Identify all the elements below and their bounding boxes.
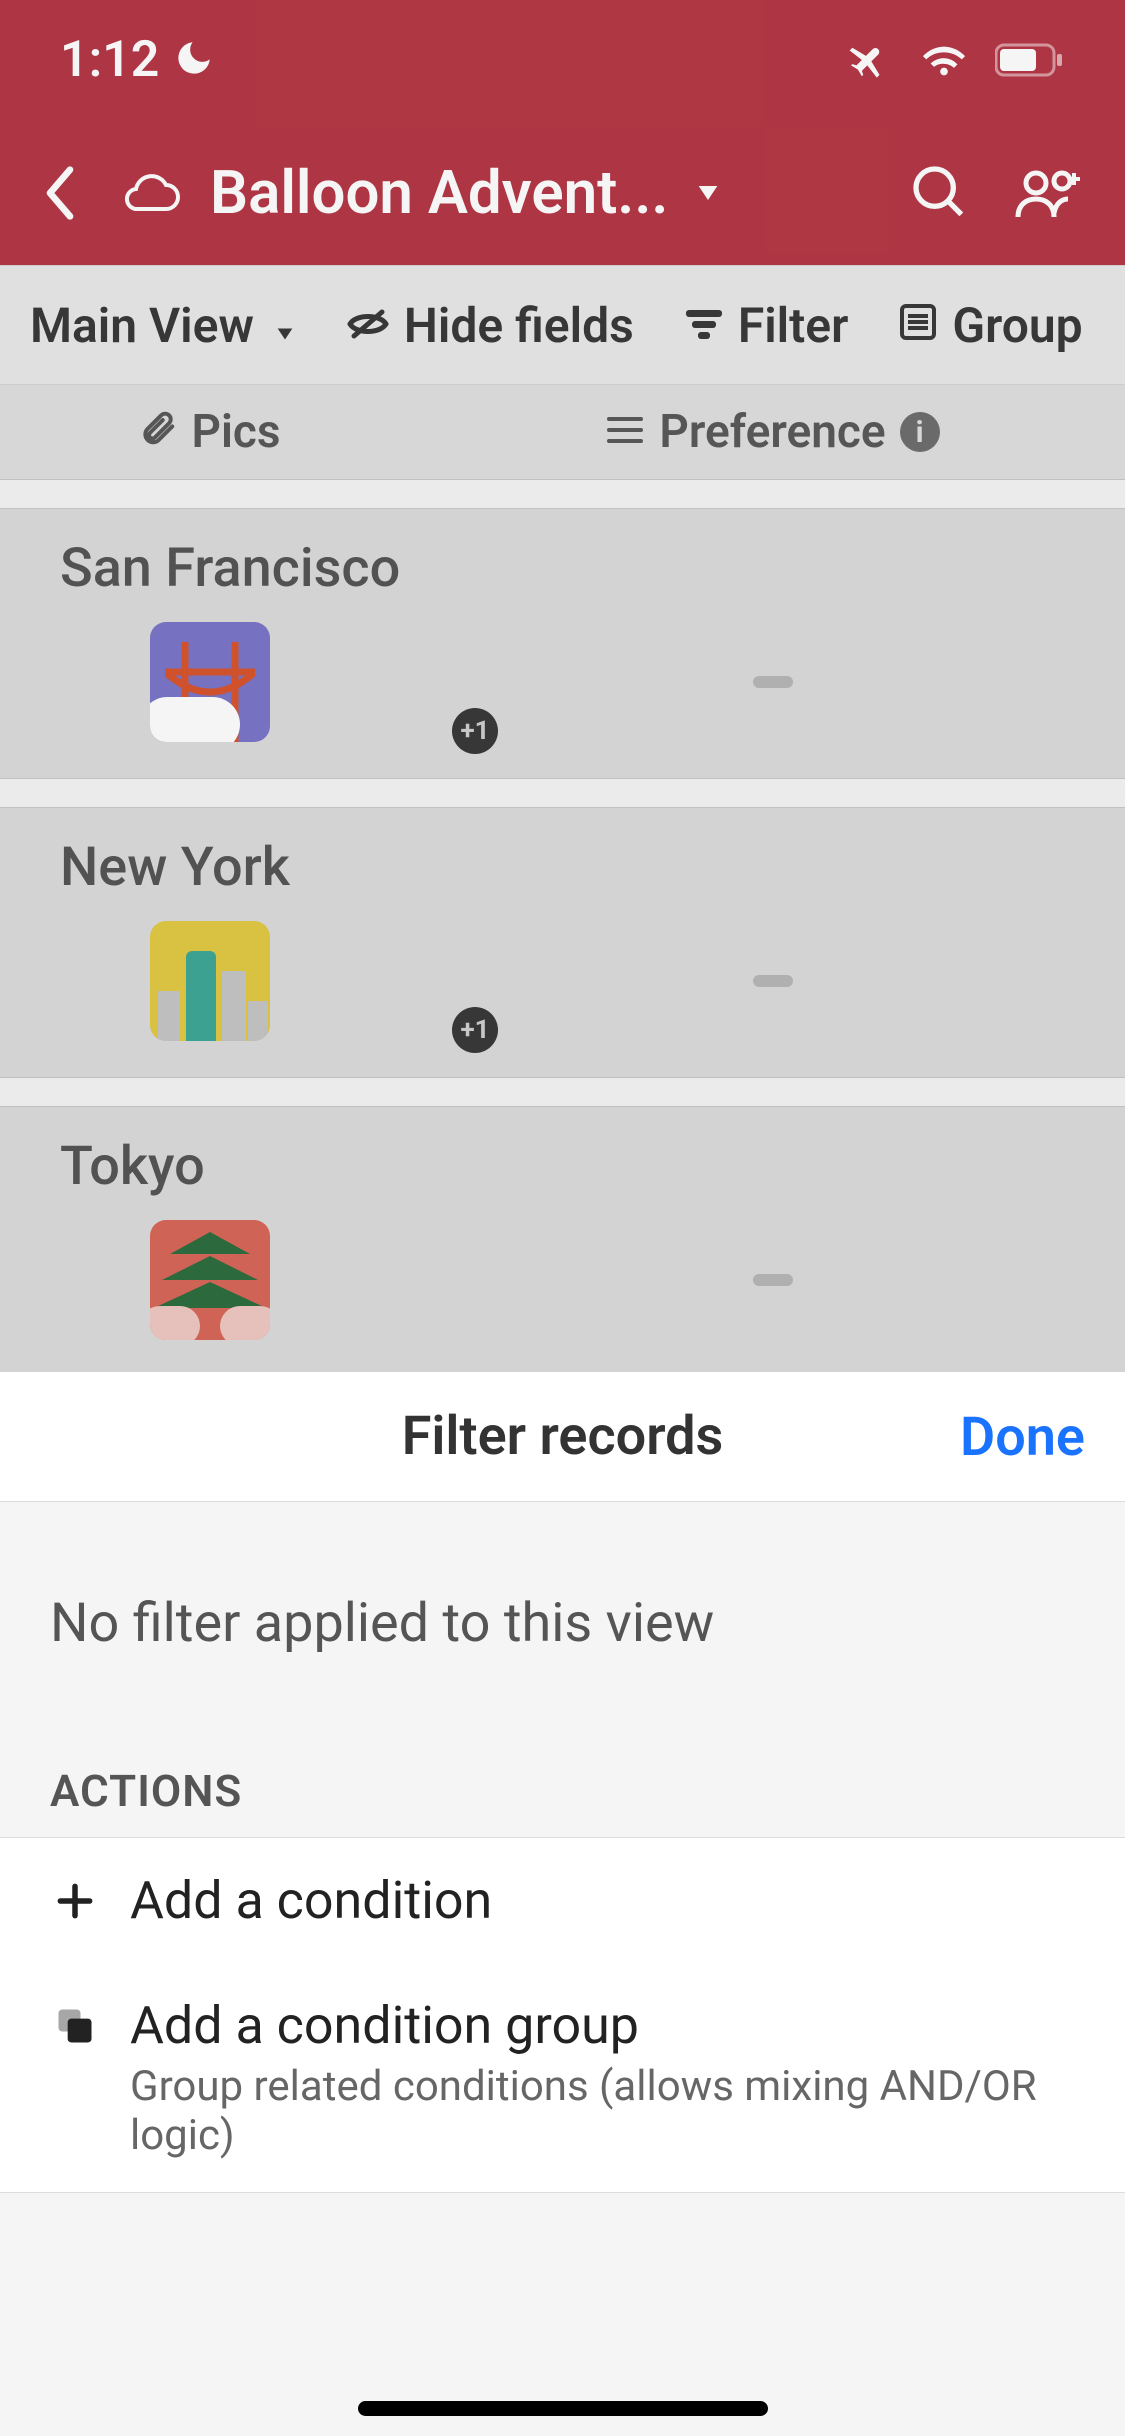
- thumbnail-ny: [150, 921, 270, 1041]
- record-name: Tokyo: [60, 1135, 1065, 1198]
- info-icon[interactable]: i: [900, 412, 940, 452]
- record-preference-cell[interactable]: [480, 975, 1065, 987]
- done-button[interactable]: Done: [960, 1372, 1085, 1502]
- filter-label: Filter: [738, 297, 849, 354]
- filter-icon: [684, 297, 724, 354]
- sheet-header: Filter records Done: [0, 1372, 1125, 1502]
- airplane-icon: [847, 37, 893, 83]
- hide-fields-icon: [346, 297, 390, 354]
- moon-icon: [173, 37, 215, 83]
- wifi-icon: [921, 37, 967, 83]
- app-header: 1:12: [0, 0, 1125, 265]
- filter-button[interactable]: Filter: [684, 297, 849, 354]
- empty-value-dash: [753, 975, 793, 987]
- battery-icon: [995, 42, 1065, 78]
- sheet-title: Filter records: [402, 1405, 724, 1468]
- nav-bar: Balloon Advent...: [0, 120, 1125, 265]
- column-preference-label: Preference: [659, 405, 885, 459]
- table-row[interactable]: New York +1: [0, 807, 1125, 1078]
- home-indicator[interactable]: [358, 2401, 768, 2416]
- thumbnail-tokyo: [150, 1220, 270, 1340]
- record-name: New York: [60, 836, 1065, 899]
- search-button[interactable]: [895, 148, 985, 238]
- column-header-pics[interactable]: Pics: [0, 405, 420, 459]
- record-name: San Francisco: [60, 537, 1065, 600]
- table-row[interactable]: Tokyo: [0, 1106, 1125, 1377]
- record-preference-cell[interactable]: [480, 1274, 1065, 1286]
- list-icon: [605, 405, 645, 459]
- hide-fields-button[interactable]: Hide fields: [346, 297, 634, 354]
- status-time: 1:12: [60, 31, 159, 89]
- add-condition-group-sub: Group related conditions (allows mixing …: [130, 2062, 1075, 2160]
- attachment-icon: [139, 405, 177, 459]
- record-thumbnail-cell[interactable]: [60, 1220, 480, 1340]
- title-dropdown-caret[interactable]: [688, 183, 728, 203]
- table-row[interactable]: San Francisco +1: [0, 508, 1125, 779]
- add-condition-label: Add a condition: [130, 1870, 492, 1931]
- view-selector[interactable]: Main View: [30, 297, 296, 354]
- column-pics-label: Pics: [191, 405, 280, 459]
- hide-fields-label: Hide fields: [404, 297, 634, 354]
- thumbnail-count-badge: +1: [452, 1007, 498, 1053]
- view-toolbar: Main View Hide fields Filter Group: [0, 265, 1125, 385]
- view-label: Main View: [30, 297, 254, 354]
- status-right: [847, 37, 1065, 83]
- column-header-preference[interactable]: Preference i: [420, 405, 1125, 459]
- record-preference-cell[interactable]: [480, 676, 1065, 688]
- chevron-down-icon: [274, 297, 296, 354]
- app-screen: 1:12: [0, 0, 1125, 2436]
- back-button[interactable]: [30, 163, 90, 223]
- stack-icon: [50, 2001, 100, 2051]
- status-left: 1:12: [60, 31, 215, 89]
- group-label: Group: [952, 297, 1082, 354]
- column-header-row: Pics Preference i: [0, 385, 1125, 480]
- filter-sheet: Filter records Done No filter applied to…: [0, 1372, 1125, 2436]
- cloud-icon: [110, 169, 190, 217]
- plus-icon: [50, 1876, 100, 1926]
- empty-value-dash: [753, 676, 793, 688]
- share-users-button[interactable]: [1005, 148, 1095, 238]
- group-icon: [898, 297, 938, 354]
- record-thumbnail-cell[interactable]: +1: [60, 622, 480, 742]
- actions-section-label: ACTIONS: [0, 1695, 1125, 1837]
- empty-filter-message: No filter applied to this view: [0, 1502, 1125, 1695]
- add-condition-group-label: Add a condition group: [130, 1995, 1075, 2056]
- record-thumbnail-cell[interactable]: +1: [60, 921, 480, 1041]
- empty-value-dash: [753, 1274, 793, 1286]
- base-title[interactable]: Balloon Advent...: [210, 157, 668, 228]
- status-bar: 1:12: [0, 0, 1125, 120]
- group-button[interactable]: Group: [898, 297, 1082, 354]
- add-condition-row[interactable]: Add a condition: [0, 1837, 1125, 1964]
- records-list: San Francisco +1 New York: [0, 508, 1125, 1515]
- thumbnail-sf: [150, 622, 270, 742]
- thumbnail-count-badge: +1: [452, 708, 498, 754]
- add-condition-group-row[interactable]: Add a condition group Group related cond…: [0, 1963, 1125, 2193]
